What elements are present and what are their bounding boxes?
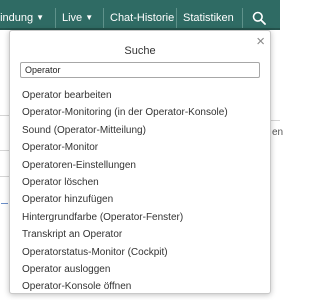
search-result-item[interactable]: Operator-Konsole öffnen (22, 278, 228, 295)
dialog-title: Suche (124, 45, 156, 57)
search-result-item[interactable]: Operator löschen (22, 174, 228, 191)
search-result-item[interactable]: Operator ausloggen (22, 261, 228, 278)
nav-menu-live[interactable]: Live ▼ (55, 8, 103, 28)
search-dialog: × Suche Operator bearbeiten Operator-Mon… (9, 30, 271, 294)
nav-menu-verbindung[interactable]: bindung▼ (0, 8, 54, 28)
search-result-item[interactable]: Hintergrundfarbe (Operator-Fenster) (22, 209, 228, 226)
search-result-item[interactable]: Operator-Monitor (22, 139, 228, 156)
search-result-item[interactable]: Operator-Monitoring (in der Operator-Kon… (22, 104, 228, 121)
search-result-item[interactable]: Sound (Operator-Mitteilung) (22, 122, 228, 139)
search-result-item[interactable]: Operatoren-Einstellungen (22, 157, 228, 174)
search-input[interactable] (20, 62, 260, 78)
nav-menu-label: Live (62, 12, 83, 24)
nav-menu-statistiken[interactable]: Statistiken (176, 8, 242, 28)
caret-down-icon: ▼ (85, 13, 94, 22)
background-divider (0, 115, 9, 116)
search-result-item[interactable]: Operator hinzufügen (22, 191, 228, 208)
nav-search-button[interactable] (242, 8, 280, 28)
nav-menu-label: Chat-Historie (110, 12, 175, 24)
nav-menu-chat-historie[interactable]: Chat-Historie (103, 8, 176, 28)
background-divider (0, 150, 9, 151)
background-link-fragment (1, 203, 8, 204)
background-divider (271, 120, 280, 121)
caret-down-icon: ▼ (36, 13, 45, 22)
background-text-fragment: en (272, 127, 284, 138)
search-result-item[interactable]: Transkript an Operator (22, 226, 228, 243)
search-result-item[interactable]: Operatorstatus-Monitor (Cockpit) (22, 244, 228, 261)
search-results-list: Operator bearbeiten Operator-Monitoring … (22, 87, 228, 296)
nav-menu-label: bindung (0, 12, 34, 24)
nav-menu-label: Statistiken (183, 12, 234, 24)
search-icon (252, 11, 266, 25)
top-navbar: bindung▼ Live▼ Chat-Historie Statistiken (0, 0, 280, 30)
search-result-item[interactable]: Operator bearbeiten (22, 87, 228, 104)
background-divider (0, 176, 9, 177)
